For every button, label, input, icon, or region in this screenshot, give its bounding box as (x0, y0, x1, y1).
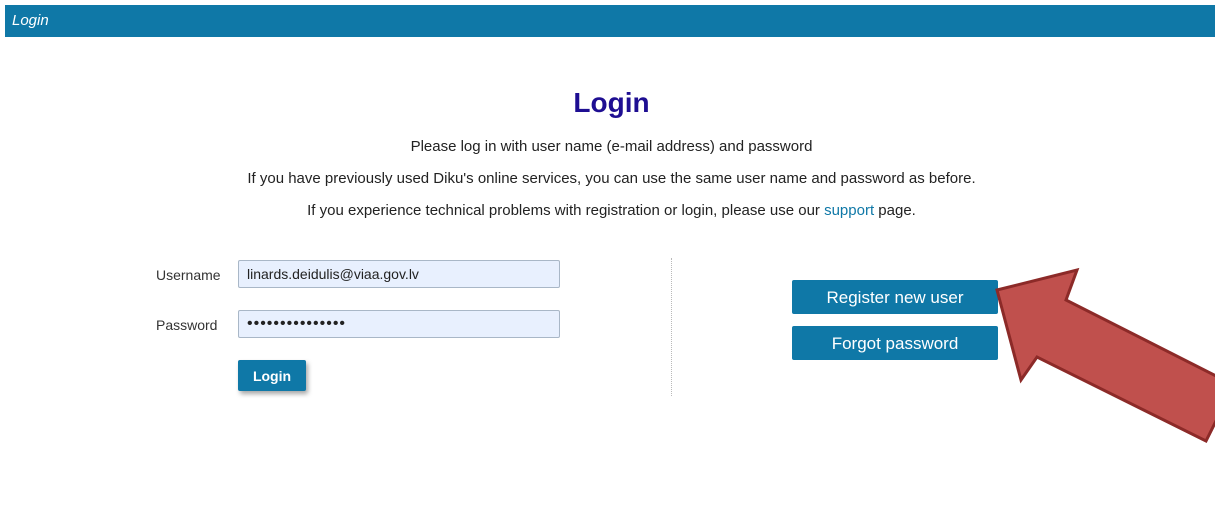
support-link[interactable]: support (824, 202, 874, 219)
support-text-after: page. (874, 202, 916, 219)
intro-text-previous-users: If you have previously used Diku's onlin… (247, 170, 976, 187)
password-label: Password (156, 317, 218, 333)
password-input[interactable] (238, 310, 560, 338)
intro-text-login-instructions: Please log in with user name (e-mail add… (410, 138, 813, 155)
title-bar: Login (5, 5, 1215, 37)
register-new-user-button[interactable]: Register new user (792, 280, 998, 314)
support-text-before: If you experience technical problems wit… (307, 202, 825, 219)
intro-text-support: If you experience technical problems wit… (0, 202, 1215, 220)
section-divider (671, 258, 672, 396)
login-page: Login Login Please log in with user name… (0, 0, 1215, 507)
annotation-arrow-shape (995, 267, 1215, 444)
title-bar-label: Login (12, 12, 49, 29)
login-button[interactable]: Login (238, 360, 306, 391)
page-title: Login (573, 87, 650, 118)
username-label: Username (156, 267, 221, 283)
username-input[interactable] (238, 260, 560, 288)
arrow-icon (995, 267, 1215, 444)
forgot-password-button[interactable]: Forgot password (792, 326, 998, 360)
